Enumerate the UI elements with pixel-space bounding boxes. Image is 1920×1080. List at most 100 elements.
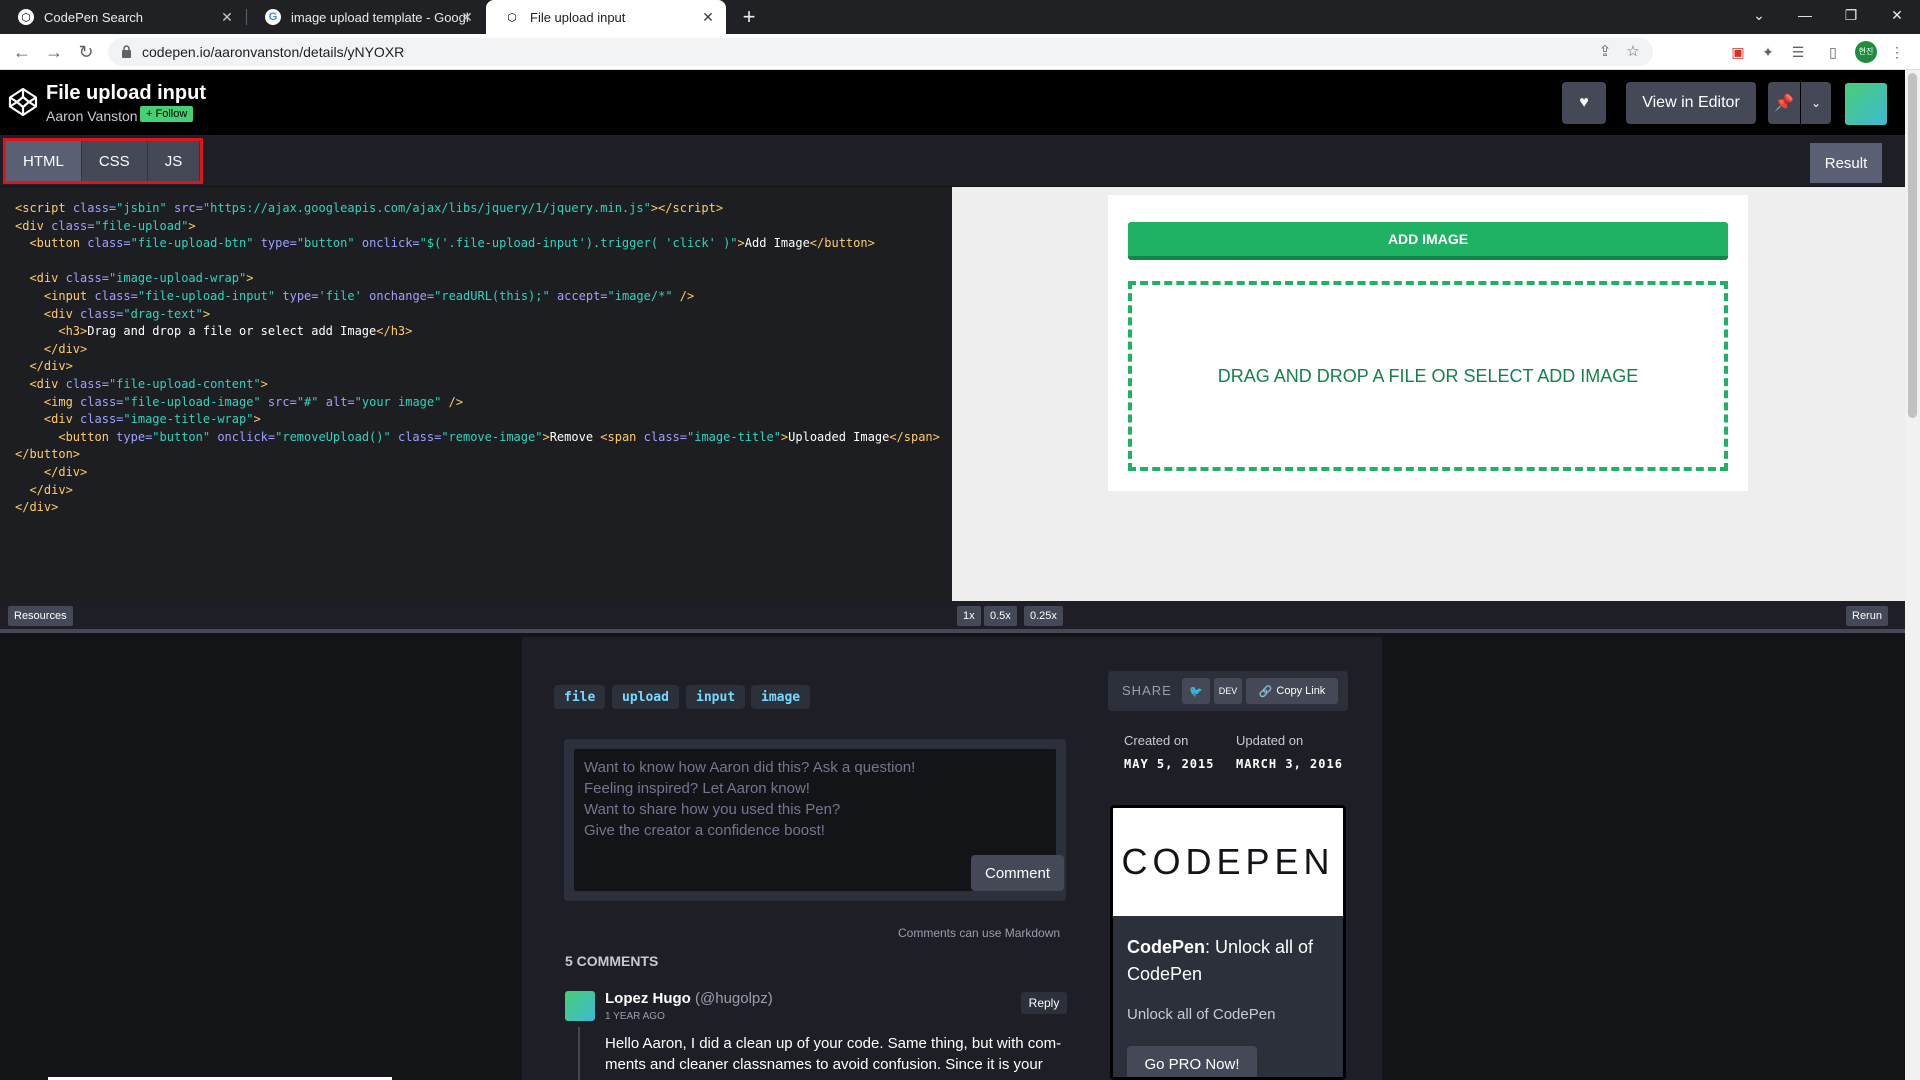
add-image-button[interactable]: ADD IMAGE	[1128, 222, 1728, 260]
html-code-editor[interactable]: <script class="jsbin" src="https://ajax.…	[0, 187, 952, 601]
resources-button[interactable]: Resources	[8, 606, 73, 626]
url-omnibox[interactable]: codepen.io/aaronvanston/details/yNYOXR ⇪…	[108, 38, 1653, 66]
scrollbar-thumb[interactable]	[1908, 73, 1917, 418]
comment-placeholder: Want to know how Aaron did this? Ask a q…	[584, 759, 916, 839]
dev-share-button[interactable]: DEV	[1214, 678, 1242, 704]
pin-button[interactable]: 📌	[1768, 82, 1800, 124]
comment-thread-line	[578, 1027, 580, 1080]
tag-image[interactable]: image	[751, 685, 811, 709]
page-scrollbar[interactable]	[1905, 70, 1920, 1080]
follow-button[interactable]: + Follow	[140, 106, 194, 122]
browser-tab-google[interactable]: G image upload template - Googl ✕	[247, 0, 485, 34]
close-window-icon[interactable]: ✕	[1874, 0, 1920, 30]
drop-zone[interactable]: DRAG AND DROP A FILE OR SELECT ADD IMAGE	[1128, 281, 1728, 471]
forward-icon[interactable]: →	[42, 40, 66, 64]
code-line: <div class="file-upload">	[15, 218, 196, 233]
created-label: Created on	[1124, 733, 1189, 748]
zoom-025x-button[interactable]: 0.25x	[1024, 606, 1063, 626]
commenter-avatar[interactable]	[565, 991, 595, 1021]
extensions-puzzle-icon[interactable]: ✦	[1757, 41, 1779, 63]
back-icon[interactable]: ←	[10, 40, 34, 64]
browser-tab-bar: ⬡ CodePen Search ✕ G image upload templa…	[0, 0, 1920, 34]
media-list-icon[interactable]: ☰	[1787, 41, 1809, 63]
minimize-icon[interactable]: —	[1782, 0, 1828, 30]
tag-file[interactable]: file	[554, 685, 606, 709]
pro-promo-card[interactable]: CODEPEN CodePen: Unlock all of CodePen U…	[1110, 805, 1346, 1080]
commenter-name[interactable]: Lopez Hugo (@hugolpz)	[605, 990, 773, 1007]
updated-label: Updated on	[1236, 733, 1304, 748]
tab-js[interactable]: JS	[147, 141, 201, 181]
comments-count: 5 COMMENTS	[565, 953, 659, 969]
zoom-1x-button[interactable]: 1x	[957, 606, 981, 626]
browser-tab-codepen-search[interactable]: ⬡ CodePen Search ✕	[0, 0, 245, 34]
tab-search-icon[interactable]: ⌄	[1736, 0, 1782, 30]
url-text: codepen.io/aaronvanston/details/yNYOXR	[142, 44, 405, 60]
copy-link-button[interactable]: 🔗 Copy Link	[1246, 678, 1338, 704]
dev-icon: DEV	[1218, 686, 1238, 696]
reload-icon[interactable]: ↻	[74, 40, 98, 64]
pin-icon: 📌	[1774, 95, 1794, 112]
tab-title: CodePen Search	[44, 9, 144, 25]
star-icon[interactable]: ☆	[1623, 42, 1643, 62]
comment-button[interactable]: Comment	[971, 855, 1064, 891]
code-line: </div>	[43, 341, 88, 356]
tag-upload[interactable]: upload	[612, 685, 679, 709]
zoom-05x-button[interactable]: 0.5x	[984, 606, 1017, 626]
codepen-logo-icon[interactable]	[8, 87, 38, 117]
result-preview: ADD IMAGE DRAG AND DROP A FILE OR SELECT…	[952, 187, 1905, 601]
close-icon[interactable]: ✕	[700, 9, 716, 25]
codepen-wordmark: CODEPEN	[1113, 808, 1343, 916]
restore-icon[interactable]: ❐	[1828, 0, 1874, 30]
promo-subtitle: Unlock all of CodePen	[1127, 1006, 1276, 1023]
commenter-handle: (@hugolpz)	[695, 990, 773, 1007]
share-bar: SHARE 🐦 DEV 🔗 Copy Link	[1108, 671, 1348, 711]
file-upload-card: ADD IMAGE DRAG AND DROP A FILE OR SELECT…	[1108, 195, 1748, 491]
more-menu-icon[interactable]: ⋮	[1886, 41, 1908, 63]
editor-tabs-row: HTML CSS JS Result	[0, 135, 1905, 187]
code-line: </button>	[15, 447, 81, 462]
link-icon: 🔗	[1258, 685, 1273, 698]
user-avatar[interactable]	[1845, 83, 1887, 125]
share-icon[interactable]: ⇪	[1595, 42, 1615, 62]
pen-author[interactable]: Aaron Vanston	[46, 108, 138, 124]
code-line: <h3>Drag and drop a file or select add I…	[58, 324, 413, 339]
codepen-favicon-icon: ⬡	[18, 9, 34, 25]
browser-tab-file-upload[interactable]: ⬡ File upload input ✕	[486, 0, 726, 34]
code-line: </div>	[29, 359, 73, 374]
pen-title: File upload input	[46, 82, 206, 104]
tag-input[interactable]: input	[686, 685, 746, 709]
side-panel-icon[interactable]: ▯	[1822, 41, 1844, 63]
twitter-icon: 🐦	[1189, 685, 1203, 698]
share-label: SHARE	[1122, 683, 1172, 698]
pin-dropdown-button[interactable]: ⌄	[1801, 82, 1831, 124]
tab-html[interactable]: HTML	[6, 141, 82, 181]
heart-button[interactable]: ♥	[1562, 82, 1606, 124]
code-line: </div>	[43, 464, 88, 479]
profile-avatar[interactable]: 현진	[1855, 41, 1877, 63]
rerun-button[interactable]: Rerun	[1846, 606, 1888, 626]
code-line: <button class="file-upload-btn" type="bu…	[29, 236, 875, 251]
code-line: <div class="image-upload-wrap">	[29, 271, 254, 286]
code-line: <button type="button" onclick="removeUpl…	[58, 429, 940, 444]
tab-title: File upload input	[530, 9, 626, 25]
tab-result[interactable]: Result	[1810, 143, 1882, 183]
created-value: MAY 5, 2015	[1124, 757, 1215, 771]
view-in-editor-button[interactable]: View in Editor	[1626, 82, 1756, 124]
code-line: </div>	[29, 482, 73, 497]
go-pro-button[interactable]: Go PRO Now!	[1127, 1046, 1257, 1077]
comment-textarea[interactable]: Want to know how Aaron did this? Ask a q…	[574, 749, 1064, 891]
code-line: <div class="image-title-wrap">	[43, 412, 261, 427]
extension-red-icon[interactable]: ▣	[1727, 41, 1749, 63]
code-line: <input class="file-upload-input" type='f…	[43, 288, 695, 303]
tab-title: image upload template - Googl	[291, 9, 469, 25]
reply-button[interactable]: Reply	[1021, 992, 1067, 1014]
updated-value: MARCH 3, 2016	[1236, 757, 1343, 771]
address-bar: ← → ↻ codepen.io/aaronvanston/details/yN…	[0, 34, 1920, 70]
new-tab-icon[interactable]: +	[736, 4, 762, 30]
close-icon[interactable]: ✕	[219, 9, 235, 25]
tab-css[interactable]: CSS	[81, 141, 148, 181]
twitter-share-button[interactable]: 🐦	[1182, 678, 1210, 704]
drop-zone-text: DRAG AND DROP A FILE OR SELECT ADD IMAGE	[1217, 365, 1639, 386]
close-icon[interactable]: ✕	[459, 9, 475, 25]
